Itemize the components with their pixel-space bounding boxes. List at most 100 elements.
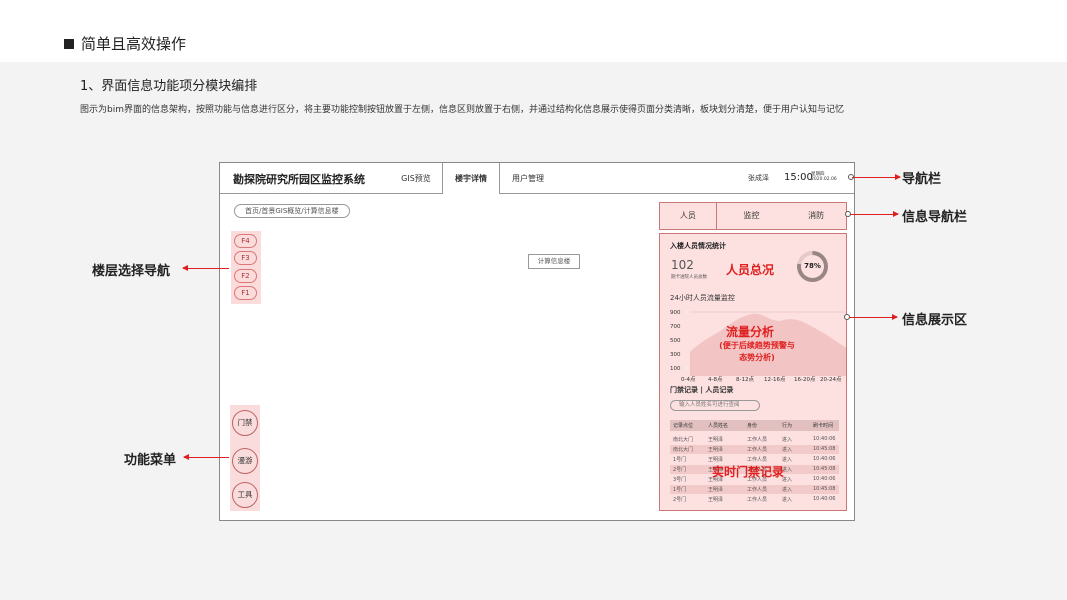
- building-label[interactable]: 计算信息楼: [528, 254, 580, 269]
- table-cell: 王明泽: [708, 447, 724, 453]
- x-tick: 4-8点: [708, 377, 723, 383]
- navbar: 勘探院研究所园区监控系统 GIS预览 楼宇详情 用户管理 张成泽 15:00 星…: [220, 163, 854, 194]
- table-row[interactable]: 南北大门 王明泽 工作人员 进入 10:45:08: [670, 445, 839, 454]
- table-cell: 1号门: [673, 487, 687, 493]
- y-tick: 100: [670, 366, 681, 372]
- y-tick: 300: [670, 352, 681, 358]
- access-control-button[interactable]: 门禁: [232, 410, 258, 436]
- table-header: 记录点位 人员姓名 身份 行为 刷卡时间: [670, 420, 839, 431]
- nav-item-gis[interactable]: GIS预览: [392, 163, 440, 194]
- annotation-info-area: 信息展示区: [902, 313, 968, 328]
- table-cell: 进入: [782, 487, 793, 493]
- subtitle: 1、界面信息功能项分模块编排: [80, 79, 258, 94]
- search-input[interactable]: 输入人员姓名可进行查阅: [670, 400, 760, 411]
- nav-item-users[interactable]: 用户管理: [502, 163, 554, 194]
- table-cell: 王明泽: [708, 437, 724, 443]
- description: 图示为bim界面的信息架构，按照功能与信息进行区分，将主要功能控制按钮放置于左侧…: [80, 105, 844, 115]
- x-tick: 8-12点: [736, 377, 754, 383]
- stats-title: 入楼人员情况统计: [670, 242, 726, 250]
- table-header-cell: 身份: [747, 423, 758, 429]
- table-cell: 10:40:06: [813, 436, 836, 442]
- percent-ring: 78%: [797, 251, 828, 282]
- tab-fire[interactable]: 消防: [786, 203, 846, 229]
- table-cell: 10:40:06: [813, 496, 836, 502]
- table-cell: 1号门: [673, 457, 687, 463]
- navbar-arrow: [852, 174, 901, 180]
- table-header-cell: 记录点位: [673, 423, 694, 429]
- info-area-arrow: [849, 314, 898, 320]
- table-cell: 王明泽: [708, 457, 724, 463]
- tools-button[interactable]: 工具: [232, 482, 258, 508]
- annotation-func-menu: 功能菜单: [124, 453, 177, 468]
- table-cell: 进入: [782, 437, 793, 443]
- table-cell: 南北大门: [673, 447, 694, 453]
- table-cell: 进入: [782, 497, 793, 503]
- breadcrumb[interactable]: 首页/首景GIS概览/计算信息楼: [234, 204, 350, 218]
- table-header-cell: 人员姓名: [708, 423, 729, 429]
- info-nav: 人员 监控 消防: [659, 202, 847, 230]
- table-cell: 3号门: [673, 477, 687, 483]
- y-tick: 500: [670, 338, 681, 344]
- table-cell: 10:40:06: [813, 476, 836, 482]
- people-count: 102: [671, 258, 694, 272]
- info-panel: 入楼人员情况统计 102 期卡进院人员总数 人员总况 78% 24小时人员流量监…: [659, 233, 847, 511]
- ui-mockup: 勘探院研究所园区监控系统 GIS预览 楼宇详情 用户管理 张成泽 15:00 星…: [219, 162, 855, 521]
- table-cell: 工作人员: [747, 457, 768, 463]
- table-cell: 王明泽: [708, 487, 724, 493]
- table-cell: 工作人员: [747, 447, 768, 453]
- table-cell: 工作人员: [747, 497, 768, 503]
- floor-button-f2[interactable]: F2: [234, 269, 257, 283]
- annotation-floor-nav: 楼层选择导航: [92, 264, 171, 279]
- user-name[interactable]: 张成泽: [748, 173, 769, 183]
- table-row[interactable]: 南北大门 王明泽 工作人员 进入 10:40:06: [670, 435, 839, 444]
- clock-time: 15:00: [784, 172, 813, 183]
- flow-note-1: (便于后续趋势预警与: [719, 341, 795, 350]
- table-cell: 王明泽: [708, 497, 724, 503]
- annotation-navbar: 导航栏: [902, 172, 942, 187]
- floor-button-f1[interactable]: F1: [234, 286, 257, 300]
- people-overview-label: 人员总况: [726, 263, 775, 277]
- annotation-info-nav: 信息导航栏: [902, 210, 968, 225]
- percent-value: 78%: [801, 255, 824, 278]
- y-tick: 900: [670, 310, 681, 316]
- table-cell: 工作人员: [747, 437, 768, 443]
- roam-button[interactable]: 漫游: [232, 448, 258, 474]
- table-cell: 10:45:08: [813, 446, 836, 452]
- record-tabs[interactable]: 门禁记录 | 人员记录: [670, 385, 733, 395]
- tab-people[interactable]: 人员: [660, 203, 717, 229]
- table-row[interactable]: 1号门 王明泽 工作人员 进入 10:45:08: [670, 485, 839, 494]
- function-menu: 门禁 漫游 工具: [230, 405, 260, 511]
- table-header-cell: 行为: [782, 423, 793, 429]
- table-cell: 南北大门: [673, 437, 694, 443]
- table-header-cell: 刷卡时间: [813, 423, 834, 429]
- section-title: 简单且高效操作: [64, 33, 186, 54]
- x-tick: 12-16点: [764, 377, 786, 383]
- floor-nav-arrow: [182, 265, 229, 271]
- x-tick: 0-4点: [681, 377, 696, 383]
- system-title: 勘探院研究所园区监控系统: [233, 173, 365, 186]
- func-menu-arrow: [183, 454, 229, 460]
- realtime-records-label: 实时门禁记录: [712, 465, 785, 479]
- x-tick: 16-20点: [794, 377, 816, 383]
- flow-note-2: 态势分析): [739, 353, 775, 362]
- table-cell: 2号门: [673, 467, 687, 473]
- floor-button-f3[interactable]: F3: [234, 251, 257, 265]
- square-bullet-icon: [64, 38, 74, 49]
- x-tick: 20-24点: [820, 377, 842, 383]
- table-row[interactable]: 2号门 王明泽 工作人员 进入 10:40:06: [670, 495, 839, 504]
- table-cell: 10:45:08: [813, 466, 836, 472]
- y-tick: 700: [670, 324, 681, 330]
- table-cell: 进入: [782, 447, 793, 453]
- table-cell: 10:45:08: [813, 486, 836, 492]
- floor-selector: F4 F3 F2 F1: [231, 231, 261, 304]
- table-cell: 10:40:06: [813, 456, 836, 462]
- table-cell: 2号门: [673, 497, 687, 503]
- floor-button-f4[interactable]: F4: [234, 234, 257, 248]
- flow-analysis-label: 流量分析: [726, 325, 775, 339]
- nav-item-building[interactable]: 楼宇详情: [442, 163, 500, 194]
- count-label: 期卡进院人员总数: [671, 275, 707, 280]
- table-cell: 进入: [782, 457, 793, 463]
- table-cell: 工作人员: [747, 487, 768, 493]
- date-block: 星期四 2020.02.06: [811, 172, 837, 182]
- tab-monitor[interactable]: 监控: [717, 203, 787, 229]
